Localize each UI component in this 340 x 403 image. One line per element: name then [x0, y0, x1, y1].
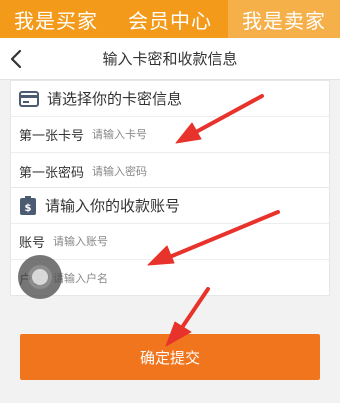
- submit-button[interactable]: 确定提交: [20, 334, 320, 380]
- account-input[interactable]: [53, 229, 254, 254]
- tab-buyer[interactable]: 我是买家: [0, 0, 112, 38]
- card-section-title: 请选择你的卡密信息: [47, 90, 183, 108]
- card-info-section: 请选择你的卡密信息 第一张卡号 第一张密码: [10, 80, 330, 188]
- page-header: 输入卡密和收款信息: [0, 38, 340, 80]
- payee-section-header: $ 请输入你的收款账号: [11, 188, 329, 224]
- tab-member-center[interactable]: 会员中心: [115, 0, 225, 38]
- tab-seller[interactable]: 我是卖家: [228, 0, 340, 38]
- account-row: 账号: [11, 224, 329, 260]
- card-number-input[interactable]: [92, 122, 293, 147]
- card-password-row: 第一张密码: [11, 153, 329, 189]
- payee-section-title: 请输入你的收款账号: [45, 197, 181, 215]
- card-section-header: 请选择你的卡密信息: [11, 81, 329, 117]
- assistive-touch-button[interactable]: [18, 255, 62, 299]
- svg-text:$: $: [25, 203, 32, 214]
- card-password-label: 第一张密码: [19, 165, 85, 181]
- assistive-touch-icon: [28, 265, 52, 289]
- card-password-input[interactable]: [92, 159, 293, 183]
- top-tab-bar: 我是买家 会员中心 我是卖家: [0, 0, 340, 38]
- card-number-label: 第一张卡号: [19, 129, 85, 144]
- page-title: 输入卡密和收款信息: [102, 50, 238, 68]
- account-name-input[interactable]: [53, 266, 254, 290]
- money-bag-icon: $: [19, 195, 37, 216]
- account-label: 账号: [19, 236, 46, 251]
- card-icon: [19, 90, 39, 107]
- card-number-row: 第一张卡号: [11, 117, 329, 153]
